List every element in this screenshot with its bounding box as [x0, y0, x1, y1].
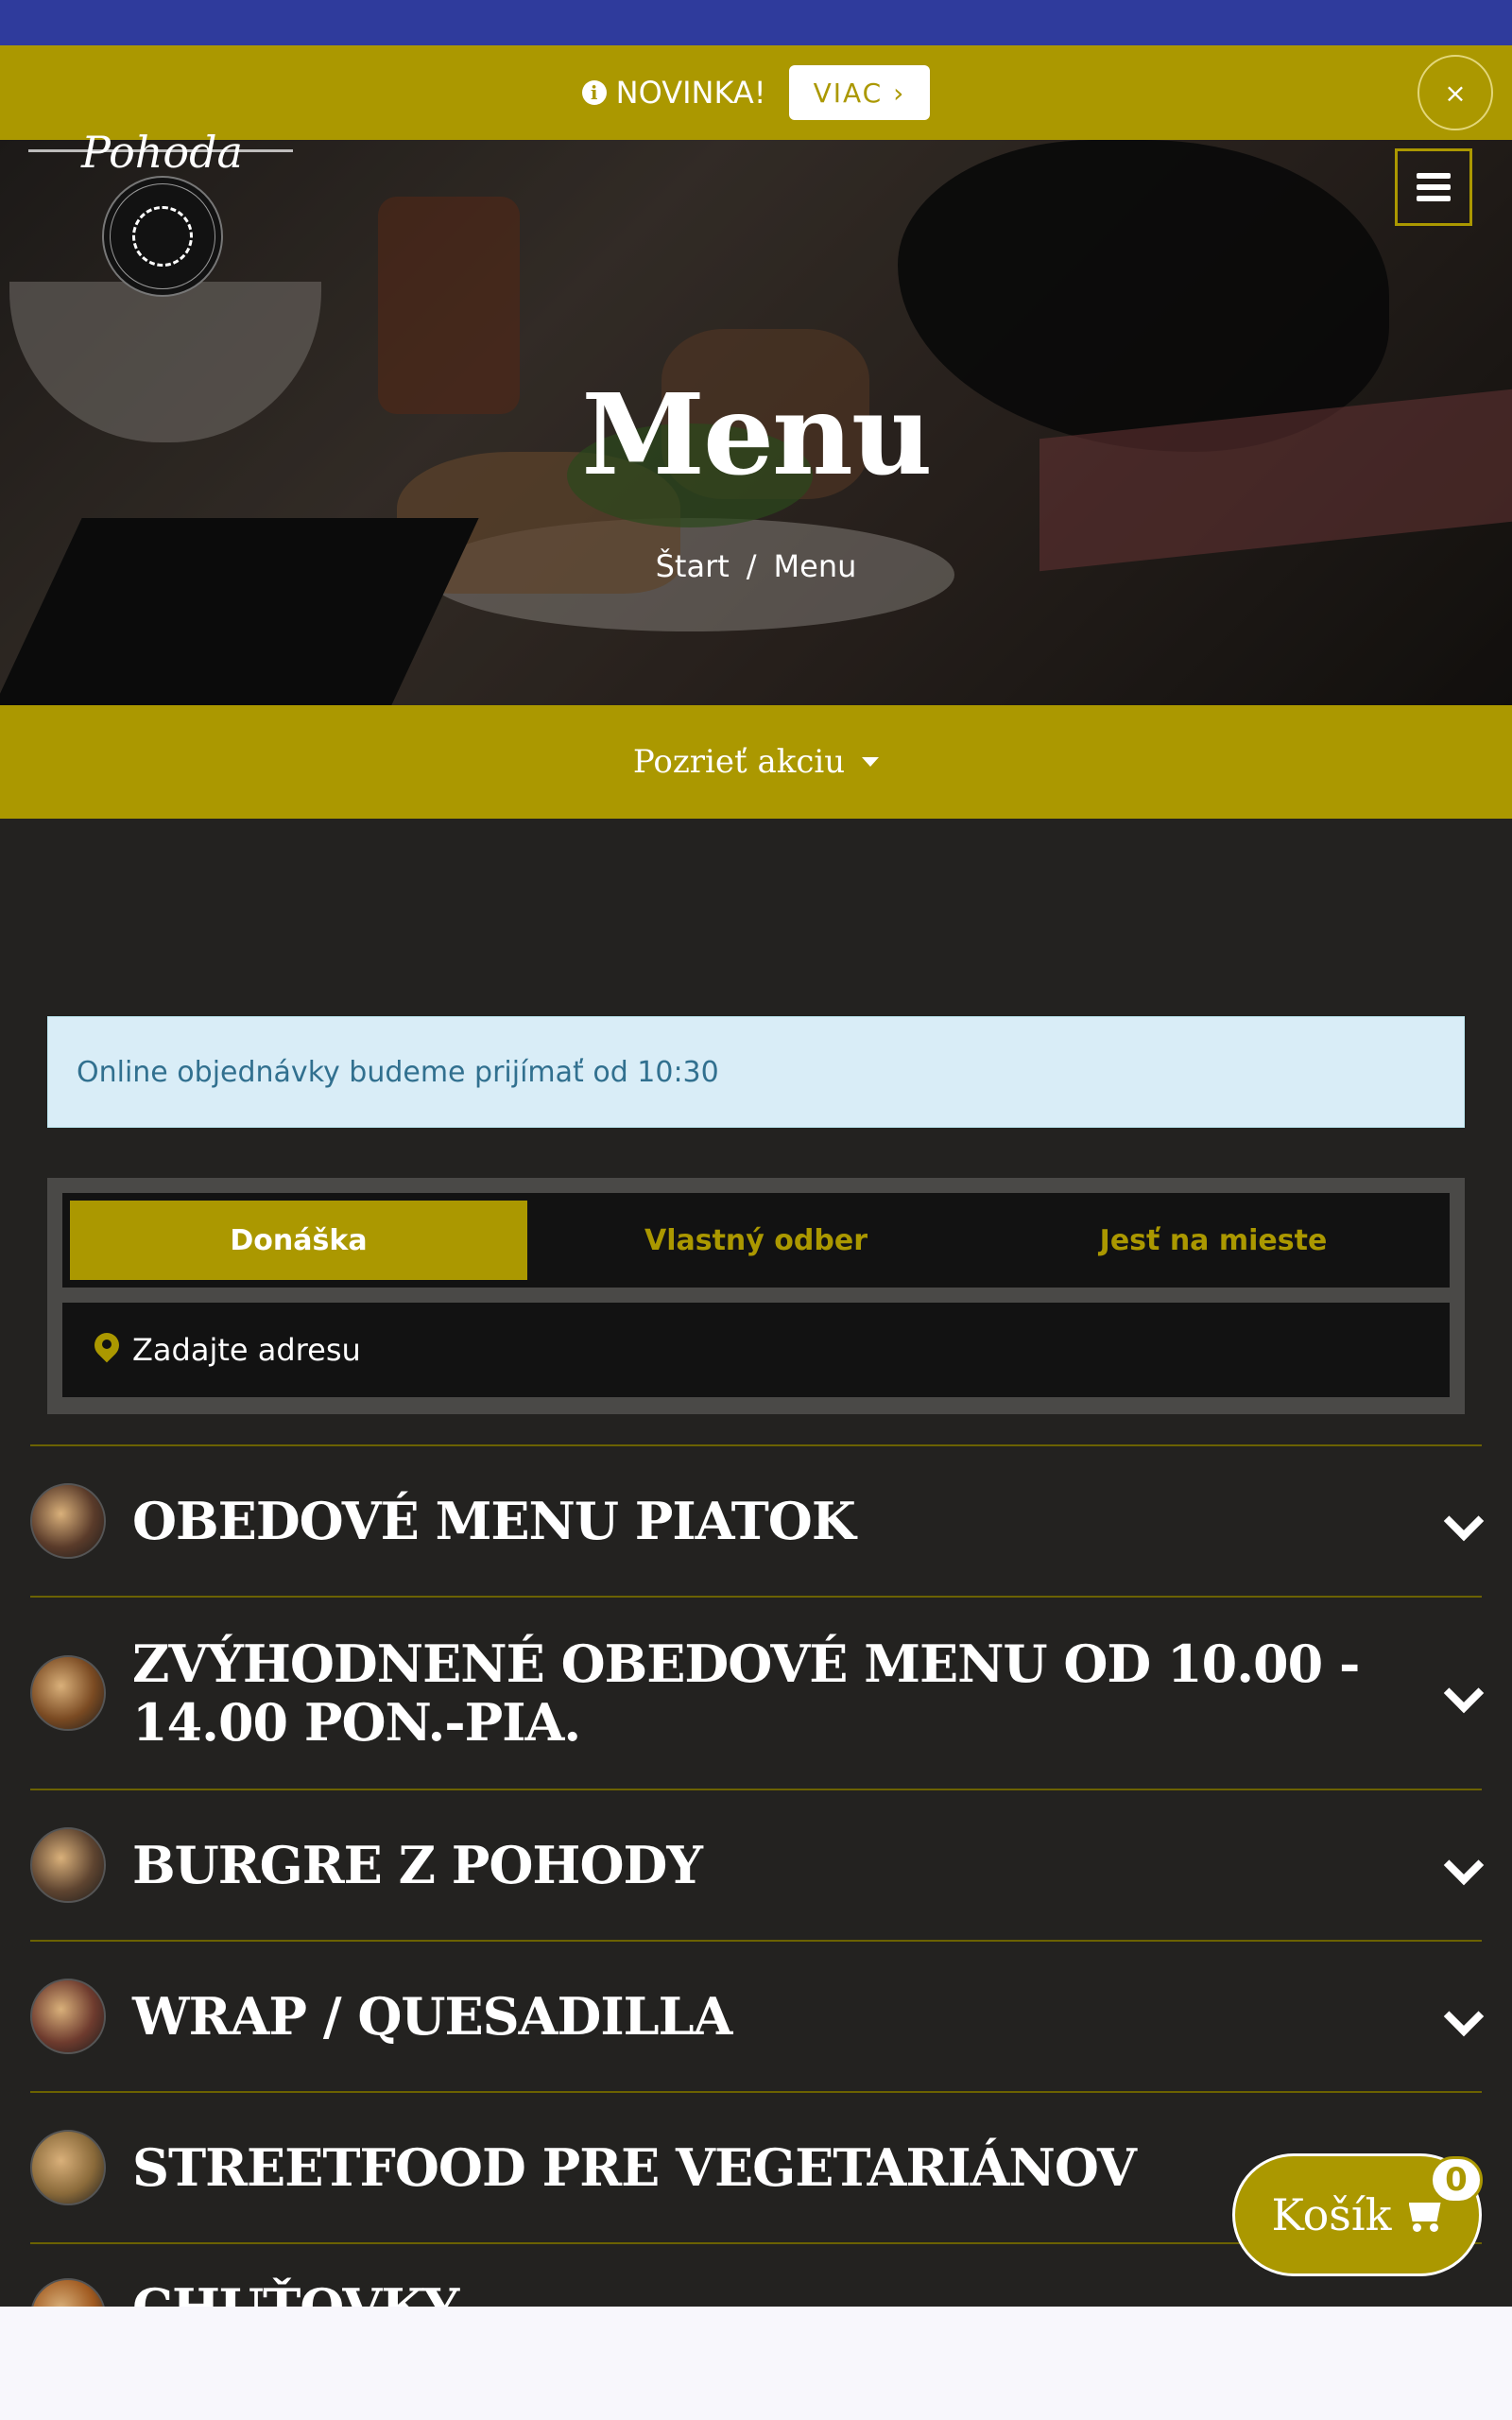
- site-logo[interactable]: Pohoda: [28, 127, 302, 310]
- promo-text: NOVINKA!: [615, 75, 766, 111]
- cart-button[interactable]: Košík 0: [1232, 2153, 1483, 2276]
- category-title: BURGRE Z POHODY: [132, 1835, 703, 1895]
- menu-toggle-button[interactable]: [1395, 148, 1472, 226]
- logo-badge: [102, 176, 223, 297]
- tab-delivery[interactable]: Donáška: [70, 1201, 527, 1280]
- top-bar: [0, 0, 1512, 45]
- category-title: WRAP / QUESADILLA: [132, 1986, 732, 2047]
- category-item[interactable]: ZVÝHODNENÉ OBEDOVÉ MENU OD 10.00 - 14.00…: [30, 1596, 1485, 1789]
- breadcrumb-separator: /: [746, 548, 757, 584]
- caret-down-icon: [862, 757, 880, 767]
- logo-script: Pohoda: [81, 127, 243, 178]
- chevron-down-icon[interactable]: [1443, 1500, 1485, 1542]
- chevron-down-icon[interactable]: [1443, 1672, 1485, 1714]
- promo-banner: i NOVINKA! VIAC › ×: [0, 45, 1512, 140]
- tab-pickup[interactable]: Vlastný odber: [527, 1201, 985, 1280]
- order-notice: Online objednávky budeme prijímať od 10:…: [47, 1016, 1465, 1128]
- cart-count-badge: 0: [1430, 2156, 1483, 2204]
- promo-action-dropdown[interactable]: Pozrieť akciu: [0, 705, 1512, 819]
- order-mode-tabs: Donáška Vlastný odber Jesť na mieste: [62, 1193, 1450, 1288]
- category-item[interactable]: BURGRE Z POHODY: [30, 1789, 1485, 1940]
- category-title: OBEDOVÉ MENU PIATOK: [132, 1491, 856, 1551]
- category-thumbnail: [30, 2130, 106, 2205]
- address-placeholder: Zadajte adresu: [132, 1332, 361, 1368]
- shopping-cart-icon: [1405, 2199, 1443, 2232]
- category-title: ZVÝHODNENÉ OBEDOVÉ MENU OD 10.00 - 14.00…: [132, 1634, 1360, 1753]
- tab-dine-in[interactable]: Jesť na mieste: [985, 1201, 1442, 1280]
- promo-more-button[interactable]: VIAC ›: [788, 65, 931, 120]
- category-title: STREETFOOD PRE VEGETARIÁNOV: [132, 2137, 1137, 2198]
- order-mode-panel: Donáška Vlastný odber Jesť na mieste Zad…: [47, 1178, 1465, 1414]
- category-thumbnail: [30, 1979, 106, 2054]
- category-thumbnail: [30, 1827, 106, 1903]
- chevron-down-icon[interactable]: [1443, 1844, 1485, 1886]
- category-thumbnail: [30, 1655, 106, 1731]
- breadcrumb: Štart / Menu: [0, 548, 1512, 584]
- category-item[interactable]: OBEDOVÉ MENU PIATOK: [30, 1444, 1485, 1596]
- category-thumbnail: [30, 1483, 106, 1559]
- category-item[interactable]: WRAP / QUESADILLA: [30, 1940, 1485, 2091]
- address-input[interactable]: Zadajte adresu: [62, 1303, 1450, 1397]
- menu-section: Online objednávky budeme prijímať od 10:…: [0, 819, 1512, 2307]
- promo-action-label: Pozrieť akciu: [632, 743, 846, 781]
- cart-label: Košík: [1271, 2189, 1392, 2240]
- hamburger-icon: [1417, 173, 1451, 179]
- category-thumbnail: [30, 2278, 106, 2307]
- chevron-down-icon[interactable]: [1443, 1996, 1485, 2037]
- promo-close-button[interactable]: ×: [1418, 55, 1493, 130]
- breadcrumb-home-link[interactable]: Štart: [656, 548, 730, 584]
- category-title: CHUŤOVKY: [132, 2278, 1418, 2307]
- breadcrumb-current: Menu: [773, 548, 857, 584]
- map-pin-icon: [94, 1333, 119, 1367]
- page-title: Menu: [581, 369, 932, 500]
- info-icon: i: [581, 80, 607, 105]
